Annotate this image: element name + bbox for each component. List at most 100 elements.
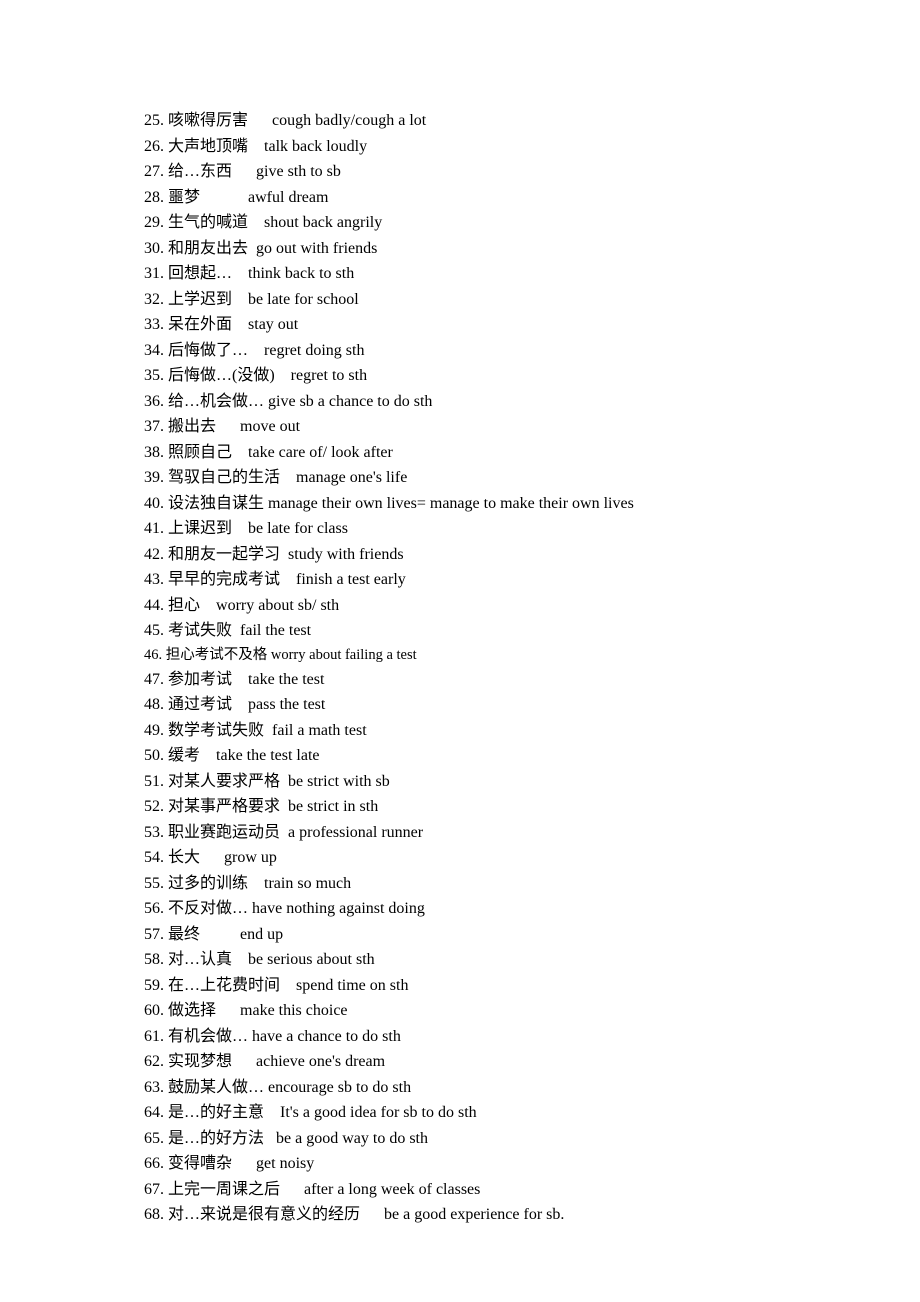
chinese-phrase: 长大 <box>168 849 200 866</box>
vocab-line: 43. 早早的完成考试 finish a test early <box>144 567 860 593</box>
vocab-line: 40. 设法独自谋生 manage their own lives= manag… <box>144 491 860 517</box>
chinese-phrase: 上课迟到 <box>168 520 232 537</box>
english-translation: be a good experience for sb. <box>384 1206 564 1223</box>
chinese-phrase: 设法独自谋生 <box>168 495 264 512</box>
item-number: 38. <box>144 444 164 461</box>
vocab-line: 62. 实现梦想 achieve one's dream <box>144 1049 860 1075</box>
chinese-phrase: 鼓励某人做… <box>168 1079 264 1096</box>
item-number: 65. <box>144 1130 164 1147</box>
vocab-line: 55. 过多的训练 train so much <box>144 871 860 897</box>
english-translation: give sb a chance to do sth <box>268 393 432 410</box>
chinese-phrase: 上完一周课之后 <box>168 1181 280 1198</box>
english-translation: manage their own lives= manage to make t… <box>268 495 634 512</box>
english-translation: be a good way to do sth <box>276 1130 428 1147</box>
chinese-phrase: 照顾自己 <box>168 444 232 461</box>
item-number: 30. <box>144 240 164 257</box>
english-translation: study with friends <box>288 546 404 563</box>
chinese-phrase: 变得嘈杂 <box>168 1155 232 1172</box>
vocab-line: 52. 对某事严格要求 be strict in sth <box>144 794 860 820</box>
chinese-phrase: 职业赛跑运动员 <box>168 824 280 841</box>
english-translation: regret doing sth <box>264 342 364 359</box>
english-translation: fail a math test <box>272 722 367 739</box>
vocab-line: 25. 咳嗽得厉害 cough badly/cough a lot <box>144 108 860 134</box>
item-number: 25. <box>144 112 164 129</box>
vocab-line: 66. 变得嘈杂 get noisy <box>144 1151 860 1177</box>
english-translation: take care of/ look after <box>248 444 393 461</box>
english-translation: be late for class <box>248 520 348 537</box>
vocab-line: 58. 对…认真 be serious about sth <box>144 947 860 973</box>
english-translation: manage one's life <box>296 469 407 486</box>
english-translation: get noisy <box>256 1155 314 1172</box>
chinese-phrase: 考试失败 <box>168 622 232 639</box>
vocab-line: 64. 是…的好主意 It's a good idea for sb to do… <box>144 1100 860 1126</box>
vocab-line: 29. 生气的喊道 shout back angrily <box>144 210 860 236</box>
chinese-phrase: 是…的好主意 <box>168 1104 264 1121</box>
vocab-line: 67. 上完一周课之后 after a long week of classes <box>144 1177 860 1203</box>
english-translation: achieve one's dream <box>256 1053 385 1070</box>
item-number: 27. <box>144 163 164 180</box>
vocab-line: 57. 最终 end up <box>144 922 860 948</box>
item-number: 51. <box>144 773 164 790</box>
chinese-phrase: 噩梦 <box>168 189 200 206</box>
vocab-line: 37. 搬出去 move out <box>144 414 860 440</box>
item-number: 50. <box>144 747 164 764</box>
item-number: 42. <box>144 546 164 563</box>
vocab-line: 41. 上课迟到 be late for class <box>144 516 860 542</box>
english-translation: take the test late <box>216 747 320 764</box>
vocab-line: 50. 缓考 take the test late <box>144 743 860 769</box>
english-translation: be serious about sth <box>248 951 375 968</box>
chinese-phrase: 后悔做了… <box>168 342 248 359</box>
item-number: 43. <box>144 571 164 588</box>
english-translation: give sth to sb <box>256 163 341 180</box>
chinese-phrase: 后悔做…(没做) <box>168 367 275 384</box>
vocab-line: 32. 上学迟到 be late for school <box>144 287 860 313</box>
vocab-line: 27. 给…东西 give sth to sb <box>144 159 860 185</box>
vocab-line: 26. 大声地顶嘴 talk back loudly <box>144 134 860 160</box>
item-number: 41. <box>144 520 164 537</box>
item-number: 39. <box>144 469 164 486</box>
vocab-line: 39. 驾驭自己的生活 manage one's life <box>144 465 860 491</box>
english-translation: have nothing against doing <box>252 900 425 917</box>
english-translation: be strict in sth <box>288 798 378 815</box>
item-number: 40. <box>144 495 164 512</box>
english-translation: worry about sb/ sth <box>216 597 339 614</box>
vocab-line: 60. 做选择 make this choice <box>144 998 860 1024</box>
item-number: 52. <box>144 798 164 815</box>
chinese-phrase: 对…认真 <box>168 951 232 968</box>
chinese-phrase: 通过考试 <box>168 696 232 713</box>
vocab-line: 56. 不反对做… have nothing against doing <box>144 896 860 922</box>
item-number: 68. <box>144 1206 164 1223</box>
chinese-phrase: 实现梦想 <box>168 1053 232 1070</box>
item-number: 63. <box>144 1079 164 1096</box>
vocab-line: 30. 和朋友出去 go out with friends <box>144 236 860 262</box>
english-translation: a professional runner <box>288 824 423 841</box>
chinese-phrase: 做选择 <box>168 1002 216 1019</box>
item-number: 53. <box>144 824 164 841</box>
english-translation: train so much <box>264 875 351 892</box>
english-translation: pass the test <box>248 696 325 713</box>
chinese-phrase: 担心 <box>168 597 200 614</box>
item-number: 45. <box>144 622 164 639</box>
chinese-phrase: 有机会做… <box>168 1028 248 1045</box>
english-translation: be strict with sb <box>288 773 390 790</box>
vocab-line: 36. 给…机会做… give sb a chance to do sth <box>144 389 860 415</box>
english-translation: stay out <box>248 316 298 333</box>
english-translation: It's a good idea for sb to do sth <box>280 1104 477 1121</box>
english-translation: be late for school <box>248 291 359 308</box>
vocab-line: 44. 担心 worry about sb/ sth <box>144 593 860 619</box>
english-translation: awful dream <box>248 189 328 206</box>
chinese-phrase: 对某人要求严格 <box>168 773 280 790</box>
chinese-phrase: 生气的喊道 <box>168 214 248 231</box>
item-number: 59. <box>144 977 164 994</box>
item-number: 29. <box>144 214 164 231</box>
item-number: 34. <box>144 342 164 359</box>
vocab-line: 53. 职业赛跑运动员 a professional runner <box>144 820 860 846</box>
english-translation: grow up <box>224 849 277 866</box>
chinese-phrase: 和朋友一起学习 <box>168 546 280 563</box>
english-translation: spend time on sth <box>296 977 408 994</box>
document-page: 25. 咳嗽得厉害 cough badly/cough a lot26. 大声地… <box>0 0 920 1228</box>
item-number: 32. <box>144 291 164 308</box>
item-number: 57. <box>144 926 164 943</box>
vocab-line: 42. 和朋友一起学习 study with friends <box>144 542 860 568</box>
vocab-line: 45. 考试失败 fail the test <box>144 618 860 644</box>
